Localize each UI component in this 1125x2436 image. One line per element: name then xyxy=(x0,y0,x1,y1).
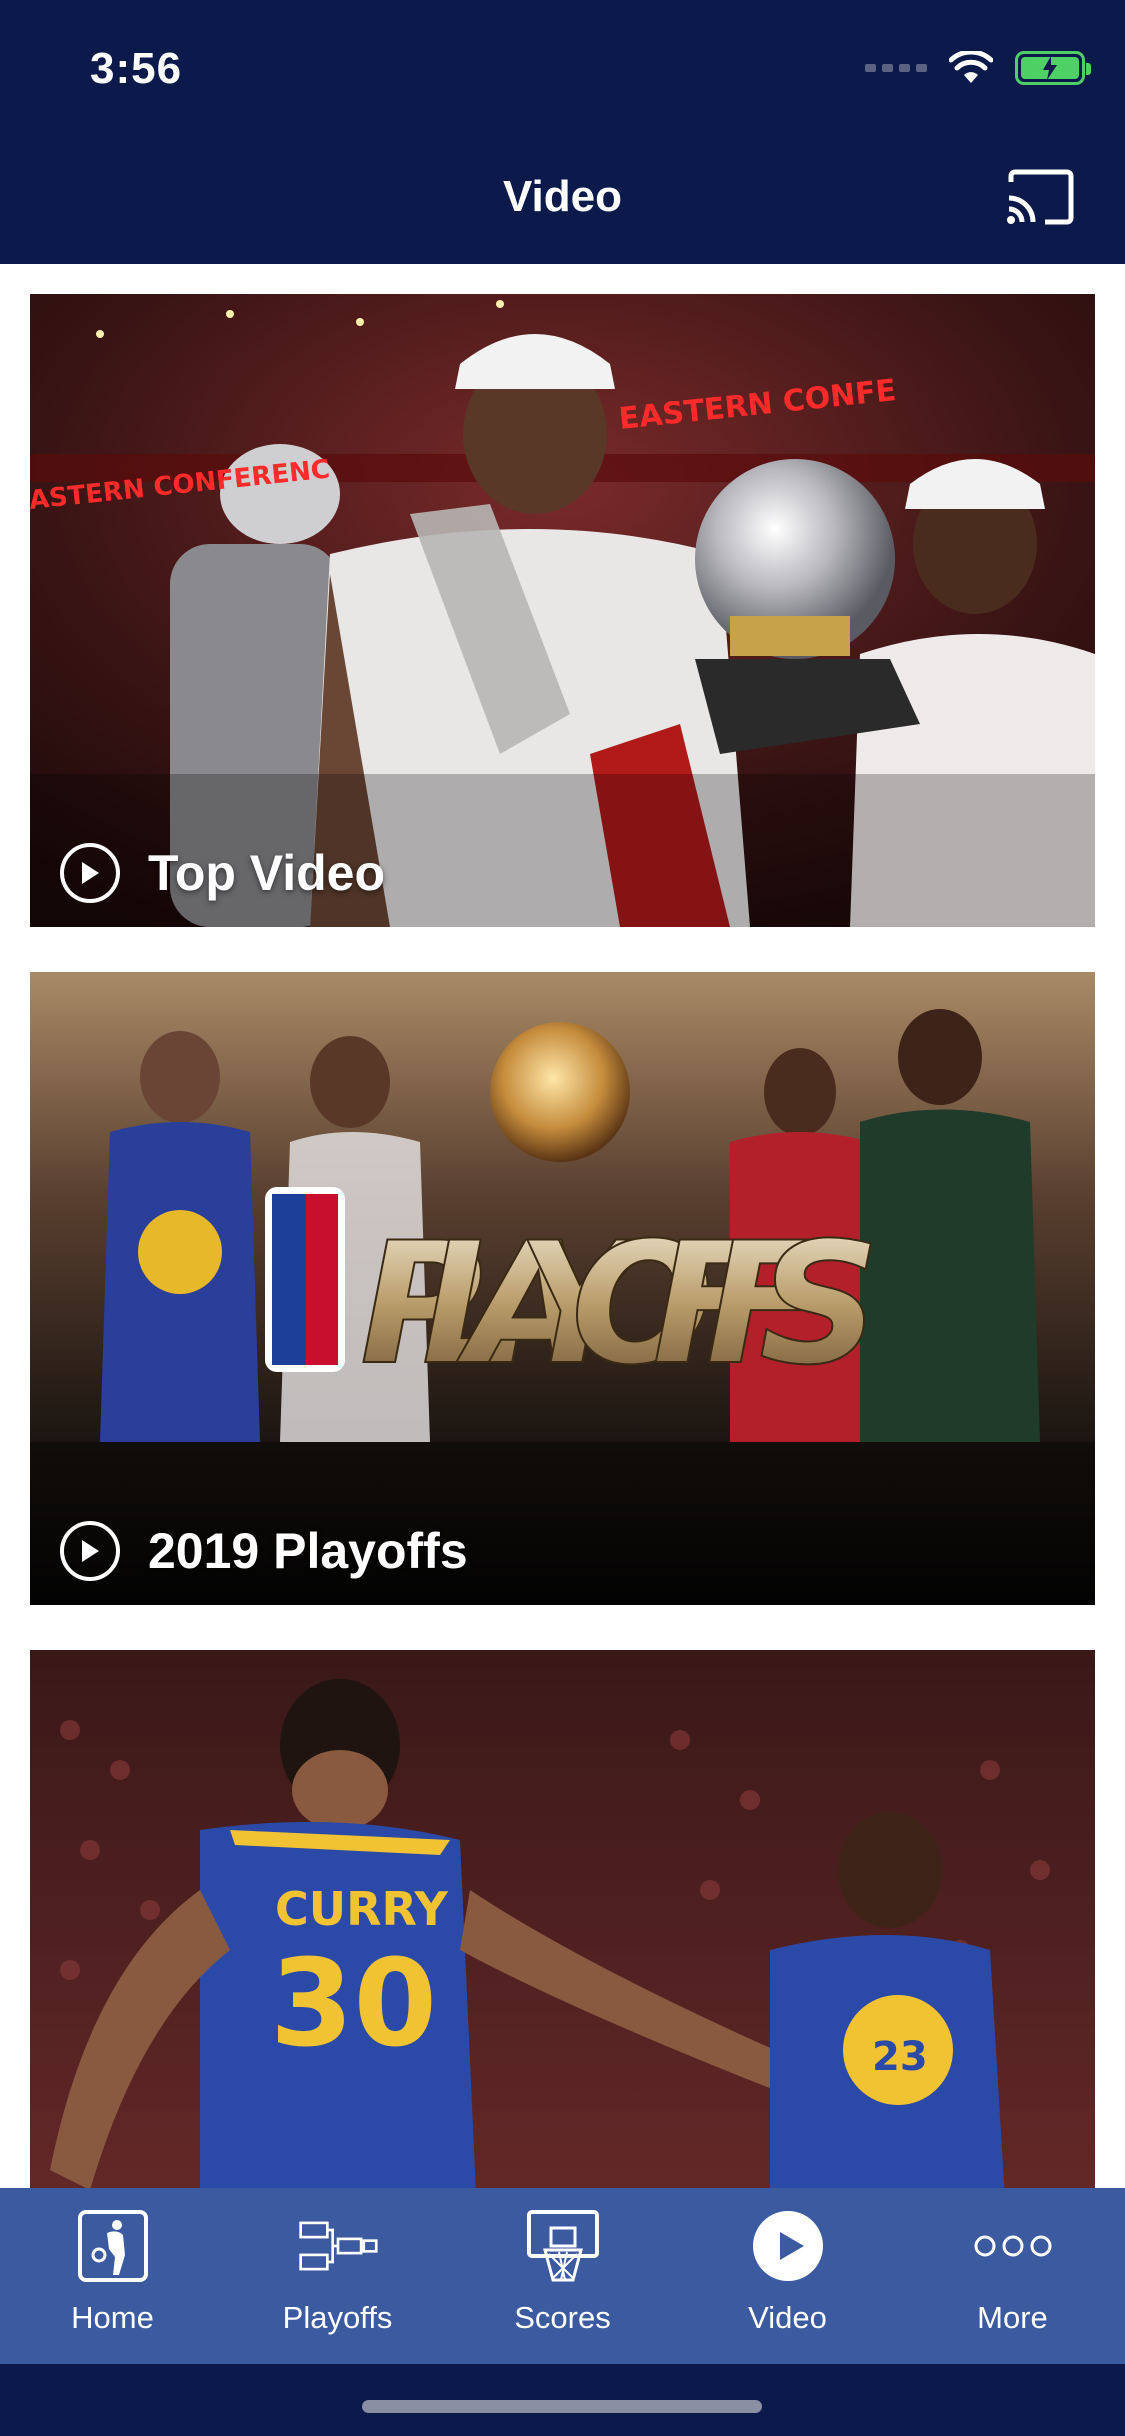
video-card-top-video[interactable]: EASTERN CONFE ASTERN CONFERENC Top Video xyxy=(30,294,1095,927)
tab-more[interactable]: More xyxy=(900,2188,1125,2364)
video-feed[interactable]: EASTERN CONFE ASTERN CONFERENC Top Video xyxy=(0,264,1125,2188)
more-dots-icon xyxy=(974,2235,1051,2257)
video-card-label: 2019 Playoffs xyxy=(60,1521,468,1581)
tab-label: Home xyxy=(71,2300,154,2335)
basketball-hoop-icon xyxy=(526,2210,599,2282)
tab-playoffs[interactable]: Playoffs xyxy=(225,2188,450,2364)
tab-scores[interactable]: Scores xyxy=(450,2188,675,2364)
video-thumbnail: EASTERN CONFE ASTERN CONFERENC xyxy=(30,294,1095,927)
app-header: 3:56 Video xyxy=(0,0,1125,264)
video-card-title: Top Video xyxy=(148,845,386,901)
video-thumbnail: CURRY 30 23 xyxy=(30,1650,1095,2188)
svg-text:PLAYOFFS: PLAYOFFS xyxy=(360,1206,880,1402)
play-circle-icon xyxy=(752,2211,823,2281)
status-icons xyxy=(865,48,1091,88)
video-thumbnail: PLAYOFFS xyxy=(30,972,1095,1605)
svg-text:CURRY: CURRY xyxy=(275,1882,448,1936)
bracket-icon xyxy=(298,2221,378,2271)
tab-label: Playoffs xyxy=(282,2300,393,2335)
page-title: Video xyxy=(502,172,622,221)
tab-label: More xyxy=(977,2300,1048,2335)
cast-icon[interactable] xyxy=(1005,168,1075,226)
svg-text:30: 30 xyxy=(270,1935,437,2074)
tab-label: Video xyxy=(748,2300,827,2335)
video-card-warriors[interactable]: CURRY 30 23 xyxy=(30,1650,1095,2188)
tab-label: Scores xyxy=(514,2300,611,2335)
tab-video[interactable]: Video xyxy=(675,2188,900,2364)
play-icon xyxy=(60,843,120,903)
play-icon xyxy=(60,1521,120,1581)
video-card-label: Top Video xyxy=(60,843,385,903)
battery-icon xyxy=(1015,51,1091,85)
status-time: 3:56 xyxy=(90,44,183,93)
tab-home[interactable]: Home xyxy=(0,2188,225,2364)
tab-bar: Home Playoffs Scores Video More xyxy=(0,2188,1125,2364)
nba-logo-icon xyxy=(77,2210,148,2282)
cellular-signal-icon xyxy=(865,64,927,72)
video-card-2019-playoffs[interactable]: PLAYOFFS 2019 Playoffs xyxy=(30,972,1095,1605)
video-card-title: 2019 Playoffs xyxy=(148,1523,468,1579)
svg-text:23: 23 xyxy=(872,2034,928,2080)
wifi-icon xyxy=(949,51,993,83)
home-indicator[interactable] xyxy=(362,2400,762,2413)
